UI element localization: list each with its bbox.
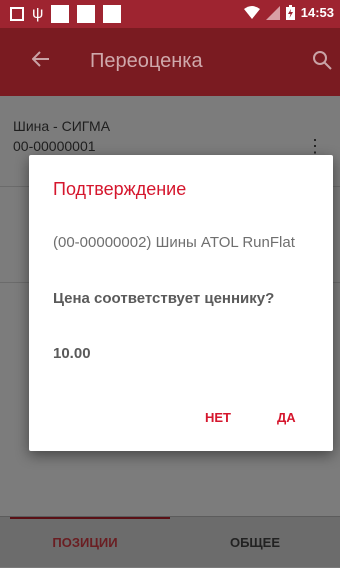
battery-icon — [285, 5, 295, 20]
tab-positions[interactable]: ПОЗИЦИИ — [0, 517, 170, 568]
signal-icon — [265, 5, 280, 20]
dialog-message: (00-00000002) Шины ATOL RunFlat — [53, 234, 295, 251]
bottom-navigation: ПОЗИЦИИ ОБЩЕЕ — [0, 516, 340, 567]
search-icon[interactable] — [312, 50, 332, 70]
notification-square-icon — [51, 5, 70, 23]
back-arrow-icon[interactable] — [32, 50, 50, 68]
dialog-question: Цена соответствует ценнику? — [53, 290, 275, 307]
status-time: 14:53 — [300, 5, 334, 20]
status-right-icons: 14:53 — [243, 5, 334, 20]
more-options-icon[interactable]: ⋮ — [306, 136, 324, 157]
app-bar: Переоценка — [0, 28, 340, 96]
wifi-icon — [243, 5, 260, 19]
item-name: Шина - СИГМА — [13, 118, 111, 134]
notification-square-icon — [77, 5, 96, 23]
dialog-title: Подтверждение — [53, 179, 187, 199]
dialog-price: 10.00 — [53, 345, 91, 362]
no-button[interactable]: НЕТ — [205, 410, 231, 425]
usb-icon: ψ — [32, 5, 44, 22]
confirmation-dialog: Подтверждение (00-00000002) Шины ATOL Ru… — [29, 155, 333, 451]
notification-square-icon — [103, 5, 122, 23]
page-title: Переоценка — [90, 50, 203, 72]
status-left-icons: ψ — [10, 5, 122, 23]
status-bar: ψ 14:53 — [0, 0, 340, 28]
yes-button[interactable]: ДА — [277, 410, 296, 425]
item-code: 00-00000001 — [13, 138, 96, 154]
tab-general[interactable]: ОБЩЕЕ — [170, 517, 340, 568]
image-notification-icon — [10, 7, 24, 21]
